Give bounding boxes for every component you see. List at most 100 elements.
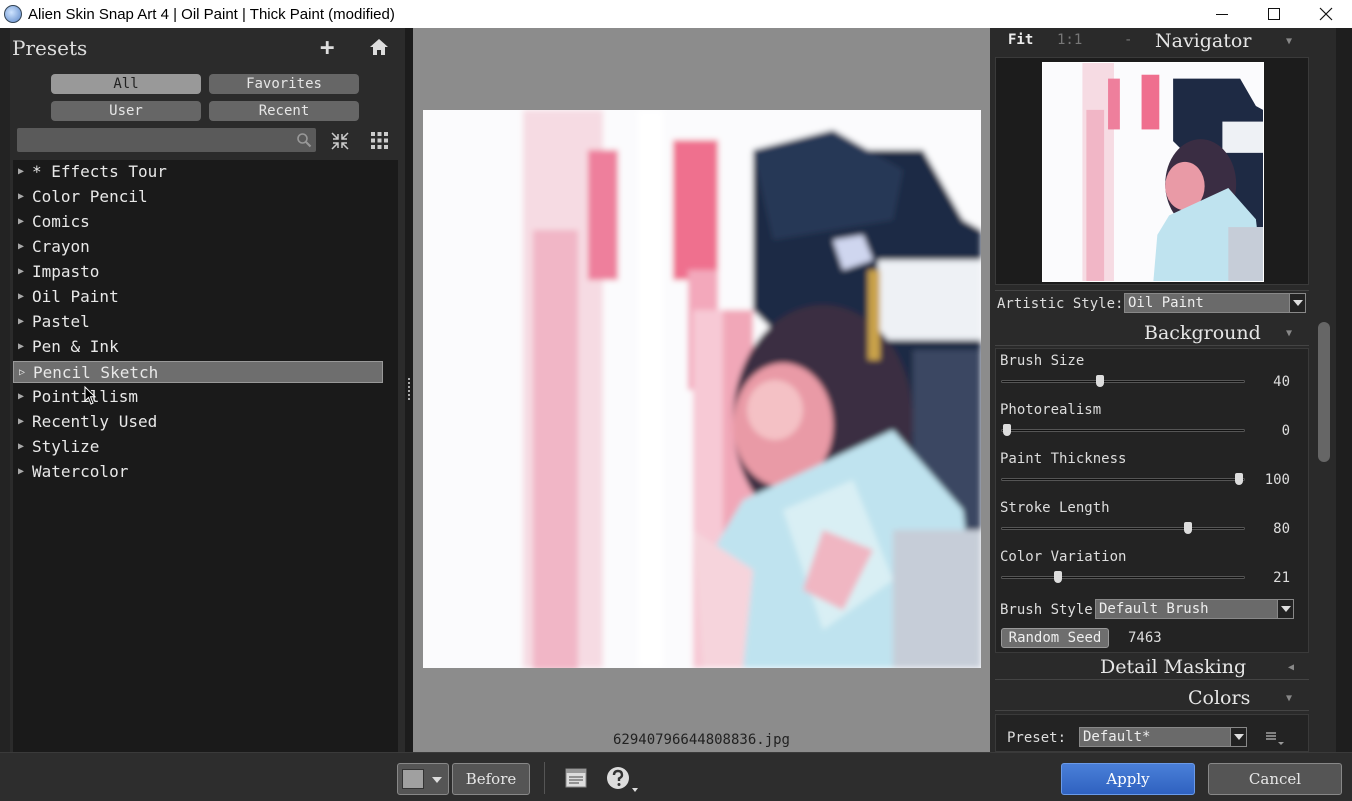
split-view-button[interactable] — [397, 763, 449, 795]
home-icon[interactable] — [369, 37, 389, 57]
brush-size-label: Brush Size — [1000, 353, 1085, 369]
preset-category[interactable]: ▶ Pastel — [13, 311, 383, 333]
preview-window-icon[interactable] — [565, 768, 587, 788]
colors-title[interactable]: Colors — [1188, 687, 1250, 709]
brush-size-slider-handle[interactable] — [1095, 375, 1104, 387]
tab-user[interactable]: User — [51, 101, 201, 121]
expand-arrow-icon[interactable]: ▶ — [18, 436, 24, 458]
tab-recent[interactable]: Recent — [209, 101, 359, 121]
zoom-out-button[interactable]: - — [1124, 32, 1132, 48]
stroke-length-slider-handle[interactable] — [1183, 522, 1192, 534]
apply-button[interactable]: Apply — [1061, 763, 1195, 795]
dropdown-arrow-icon[interactable] — [432, 777, 442, 783]
preset-category[interactable]: ▶Pointillism — [13, 386, 383, 408]
preset-category[interactable]: ▶ * Effects Tour — [13, 161, 383, 183]
expand-arrow-icon[interactable]: ▶ — [18, 236, 24, 258]
stroke-length-slider[interactable] — [1001, 527, 1245, 530]
photorealism-slider-handle[interactable] — [1003, 424, 1011, 436]
photorealism-slider[interactable] — [1001, 429, 1245, 432]
preset-tree: ▶ * Effects Tour ▶ Color Pencil ▶ Comics ▶ C… — [13, 160, 398, 752]
dropdown-arrow-icon[interactable] — [1289, 294, 1305, 312]
expand-arrow-icon[interactable]: ▶ — [18, 261, 24, 283]
preset-category[interactable]: ▶ Stylize — [13, 436, 383, 458]
navigator-title[interactable]: Navigator — [1155, 30, 1251, 52]
menu-icon[interactable] — [1265, 730, 1285, 746]
artistic-style-select[interactable]: Oil Paint — [1124, 293, 1306, 313]
maximize-button[interactable] — [1248, 0, 1300, 28]
colors-preset-label: Preset: — [1007, 730, 1067, 746]
zoom-1to1-button[interactable]: 1:1 — [1057, 32, 1082, 48]
zoom-fit-button[interactable]: Fit — [1008, 32, 1033, 48]
detail-masking-title[interactable]: Detail Masking — [1100, 656, 1246, 678]
collapse-all-icon[interactable] — [330, 131, 350, 151]
expand-arrow-icon[interactable]: ▶ — [18, 161, 24, 183]
tab-all[interactable]: All — [51, 74, 201, 94]
chevron-down-icon[interactable]: ▼ — [1286, 693, 1292, 704]
preset-category-selected[interactable]: ▷ Pencil Sketch — [13, 361, 383, 383]
expand-arrow-icon[interactable]: ▶ — [18, 311, 24, 333]
dropdown-arrow-icon[interactable] — [1230, 728, 1246, 746]
photorealism-label: Photorealism — [1000, 402, 1102, 418]
random-seed-value: 7463 — [1128, 630, 1162, 646]
before-button[interactable]: Before — [452, 763, 530, 795]
artistic-style-value: Oil Paint — [1128, 295, 1204, 311]
expand-arrow-icon[interactable]: ▶ — [18, 211, 24, 233]
preset-category[interactable]: ▶ Crayon — [13, 236, 383, 258]
left-collapse-strip[interactable] — [0, 28, 10, 752]
brush-style-select[interactable]: Default Brush — [1095, 599, 1294, 619]
right-collapse-strip[interactable] — [1336, 28, 1352, 752]
chevron-down-icon[interactable]: ▼ — [1286, 36, 1292, 47]
chevron-down-icon[interactable]: ▼ — [1286, 328, 1292, 339]
expand-arrow-icon[interactable]: ▶ — [18, 386, 24, 408]
paint-thickness-slider[interactable] — [1001, 478, 1245, 481]
close-icon — [1319, 7, 1333, 21]
colors-section-header[interactable] — [995, 685, 1309, 711]
preset-category[interactable]: ▶ Impasto — [13, 261, 383, 283]
colors-preset-value: Default* — [1083, 729, 1151, 745]
expand-arrow-icon[interactable]: ▶ — [18, 286, 24, 308]
splitter-grip[interactable] — [408, 378, 410, 402]
colors-preset-select[interactable]: Default* — [1079, 727, 1247, 747]
background-title[interactable]: Background — [1144, 322, 1261, 344]
settings-scrollbar-thumb[interactable] — [1318, 322, 1330, 462]
brush-style-label: Brush Style — [1000, 602, 1093, 618]
expand-arrow-icon[interactable]: ▶ — [18, 461, 24, 483]
expand-arrow-icon[interactable]: ▶ — [18, 336, 24, 358]
chevron-left-icon[interactable]: ◀ — [1288, 662, 1294, 673]
minimize-button[interactable] — [1196, 0, 1248, 28]
preset-search-input[interactable] — [17, 128, 316, 152]
paint-thickness-value: 100 — [1264, 472, 1290, 488]
grid-view-icon[interactable] — [371, 132, 388, 149]
dropdown-arrow-icon[interactable] — [1277, 600, 1293, 618]
painted-photo[interactable] — [423, 110, 981, 668]
artistic-style-label: Artistic Style: — [997, 296, 1124, 312]
expand-arrow-icon[interactable]: ▶ — [18, 411, 24, 433]
color-variation-slider[interactable] — [1001, 576, 1245, 579]
preset-category[interactable]: ▶ Watercolor — [13, 461, 383, 483]
brush-size-value: 40 — [1273, 374, 1290, 390]
navigator-thumbnail[interactable] — [1042, 62, 1264, 282]
preset-category[interactable]: ▶ Color Pencil — [13, 186, 383, 208]
preset-category[interactable]: ▶ Oil Paint — [13, 286, 383, 308]
preset-category[interactable]: ▶ Pen & Ink — [13, 336, 383, 358]
add-preset-icon[interactable]: + — [320, 35, 334, 59]
color-variation-slider-handle[interactable] — [1054, 571, 1063, 583]
search-icon — [297, 133, 312, 148]
random-seed-button[interactable]: Random Seed — [1001, 628, 1109, 648]
title-bar: Alien Skin Snap Art 4 | Oil Paint | Thic… — [0, 0, 1352, 28]
help-icon[interactable] — [606, 766, 640, 794]
preset-category[interactable]: ▶ Recently Used — [13, 411, 383, 433]
tab-favorites[interactable]: Favorites — [209, 74, 359, 94]
split-view-icon — [402, 769, 424, 789]
image-filename: 62940796644808836.jpg — [612, 732, 790, 748]
stroke-length-value: 80 — [1273, 521, 1290, 537]
brush-size-slider[interactable] — [1001, 380, 1245, 383]
color-variation-label: Color Variation — [1000, 549, 1127, 565]
expand-arrow-icon[interactable]: ▷ — [19, 362, 25, 384]
window-title: Alien Skin Snap Art 4 | Oil Paint | Thic… — [28, 5, 395, 23]
expand-arrow-icon[interactable]: ▶ — [18, 186, 24, 208]
preset-category[interactable]: ▶ Comics — [13, 211, 383, 233]
brush-style-value: Default Brush — [1099, 601, 1209, 617]
cancel-button[interactable]: Cancel — [1208, 763, 1342, 795]
close-button[interactable] — [1300, 0, 1352, 28]
